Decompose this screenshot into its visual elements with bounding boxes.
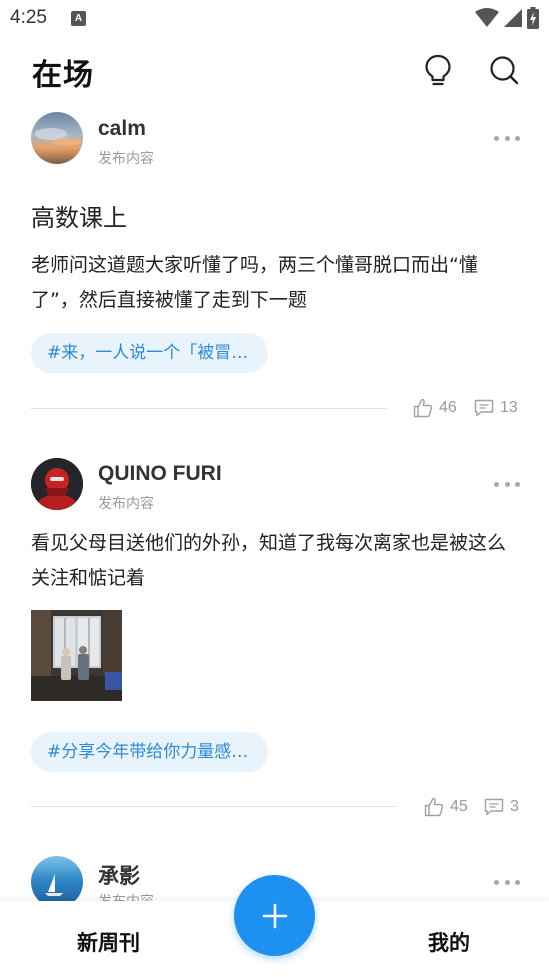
post-title: 高数课上	[31, 204, 127, 232]
more-dot-icon	[494, 481, 499, 487]
status-bar: 4:25 A	[0, 0, 549, 36]
post-subtitle: 发布内容	[98, 496, 154, 512]
topic-tag[interactable]: #来，一人说一个「被冒…	[31, 333, 269, 373]
plus-icon	[262, 903, 287, 928]
post-body: 老师问这道题大家听懂了吗，两三个懂哥脱口而出“懂了”，然后直接被懂了走到下一题	[31, 254, 478, 311]
more-dot-icon	[504, 879, 510, 885]
add-post-button[interactable]	[234, 875, 315, 956]
more-dot-icon	[504, 481, 510, 487]
like-count: 45	[450, 798, 468, 815]
post-image[interactable]	[31, 610, 122, 701]
thumbs-up-icon	[424, 797, 444, 817]
author-name[interactable]: 承影	[98, 860, 140, 890]
comment-count: 13	[500, 399, 518, 416]
status-time: 4:25	[10, 7, 47, 28]
more-dot-icon	[515, 481, 520, 487]
nav-me-tab[interactable]: 我的	[428, 927, 470, 957]
comment-button[interactable]: 3	[484, 797, 519, 817]
app-header: 在场	[0, 44, 549, 100]
more-dot-icon	[494, 879, 499, 885]
nav-weekly-tab[interactable]: 新周刊	[77, 927, 140, 957]
battery-icon	[527, 7, 539, 29]
topic-tag[interactable]: #分享今年带给你力量感…	[31, 732, 269, 772]
divider	[31, 408, 387, 409]
thumbs-up-icon	[413, 398, 433, 418]
wifi-icon	[475, 8, 499, 27]
search-button[interactable]	[486, 52, 522, 88]
like-button[interactable]: 46	[413, 398, 457, 418]
more-button[interactable]	[494, 477, 520, 491]
post-body: 看见父母目送他们的外孙，知道了我每次离家也是被这么关注和惦记着	[31, 532, 507, 589]
lightbulb-icon	[425, 54, 451, 86]
page-title: 在场	[32, 58, 94, 93]
idea-button[interactable]	[420, 52, 456, 88]
status-icons	[475, 6, 539, 30]
comment-count: 3	[510, 798, 519, 815]
post-subtitle: 发布内容	[98, 151, 154, 167]
author-name[interactable]: QUINO FURI	[98, 462, 222, 486]
more-dot-icon	[515, 879, 520, 885]
more-dot-icon	[504, 135, 510, 141]
avatar[interactable]	[31, 458, 83, 510]
like-count: 46	[439, 399, 457, 416]
signal-icon	[504, 9, 522, 27]
more-button[interactable]	[494, 875, 520, 889]
search-icon	[490, 56, 519, 85]
comment-button[interactable]: 13	[474, 398, 518, 418]
avatar[interactable]	[31, 112, 83, 164]
more-dot-icon	[515, 135, 520, 141]
more-button[interactable]	[494, 131, 520, 145]
more-dot-icon	[494, 135, 499, 141]
author-name[interactable]: calm	[98, 117, 146, 141]
comment-icon	[484, 798, 504, 816]
like-button[interactable]: 45	[424, 797, 468, 817]
notification-icon: A	[71, 11, 86, 26]
comment-icon	[474, 399, 494, 417]
divider	[31, 806, 396, 807]
